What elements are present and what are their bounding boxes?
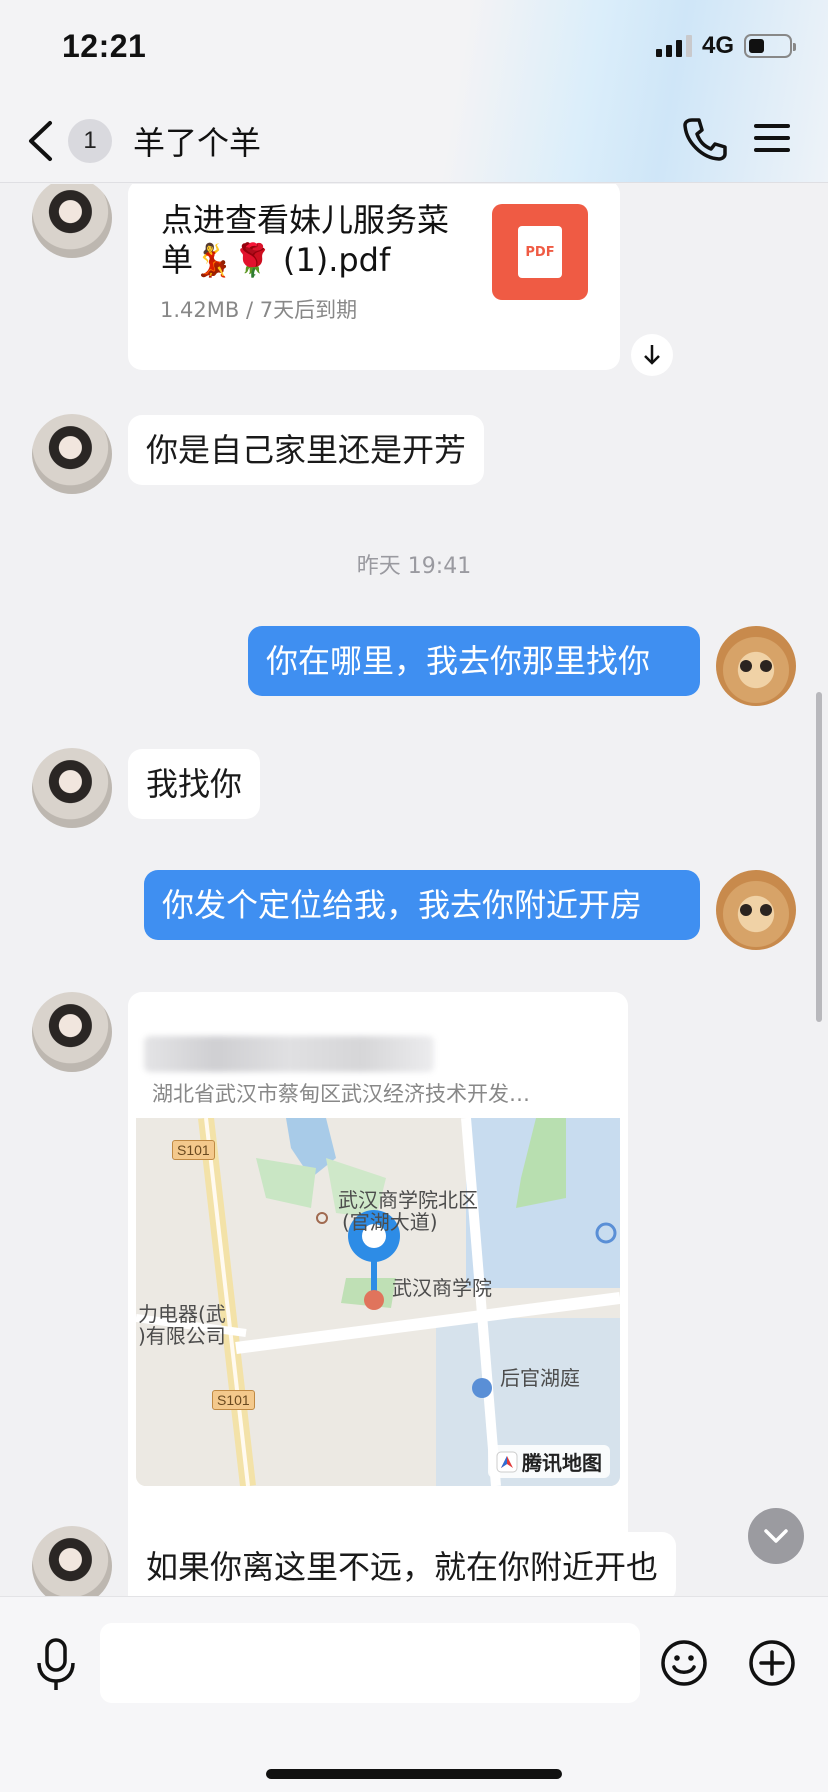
menu-icon (754, 124, 790, 128)
chevron-left-icon (29, 121, 52, 161)
map-poi-label: )有限公司 (138, 1324, 226, 1348)
message-bubble-received[interactable]: 如果你离这里不远，就在你附近开也 (128, 1532, 677, 1596)
message-input[interactable] (100, 1623, 640, 1703)
battery-icon (744, 34, 796, 58)
message-bubble-received[interactable]: 我找你 (128, 749, 261, 819)
chat-area[interactable]: 点进查看妹儿服务菜单💃🌹 (1).pdf 1.42MB / 7天后到期 PDF … (0, 184, 828, 1596)
my-avatar[interactable] (716, 870, 796, 950)
map-poi-label: 武汉商学院 (392, 1276, 492, 1300)
file-name: 点进查看妹儿服务菜单💃🌹 (1).pdf (161, 201, 450, 279)
file-meta: 1.42MB / 7天后到期 (160, 298, 358, 322)
compass-icon (496, 1451, 518, 1472)
network-type: 4G (701, 32, 734, 59)
microphone-icon (37, 1638, 75, 1690)
contact-avatar[interactable] (32, 1526, 112, 1596)
map-provider-logo: 腾讯地图 (488, 1445, 610, 1478)
road-tag: S101 (212, 1390, 255, 1410)
message-timestamp: 昨天 19:41 (356, 554, 472, 579)
emoji-button[interactable] (660, 1639, 708, 1687)
back-button[interactable] (26, 116, 62, 166)
scroll-to-bottom-button[interactable] (748, 1508, 804, 1564)
more-button[interactable] (748, 1639, 796, 1687)
scrollbar[interactable] (816, 692, 822, 1022)
call-button[interactable] (682, 116, 728, 162)
map-poi-label: (官湖大道) (342, 1210, 438, 1234)
road-tag: S101 (172, 1140, 215, 1160)
smiley-icon (661, 1640, 707, 1686)
contact-avatar[interactable] (32, 184, 112, 258)
contact-avatar[interactable] (32, 992, 112, 1072)
status-time: 12:21 (62, 28, 147, 64)
top-bar: 12:21 4G 1 羊了个羊 (0, 0, 828, 183)
status-indicators: 4G (655, 32, 796, 60)
chevron-down-icon (764, 1529, 788, 1543)
download-icon (644, 345, 660, 365)
file-message-card[interactable]: 点进查看妹儿服务菜单💃🌹 (1).pdf 1.42MB / 7天后到期 PDF (128, 184, 620, 370)
menu-button[interactable] (754, 120, 790, 156)
pdf-file-icon: PDF (492, 204, 588, 300)
map-poi-label: 后官湖庭 (500, 1366, 580, 1390)
input-bar (0, 1596, 828, 1792)
my-avatar[interactable] (716, 626, 796, 706)
download-button[interactable] (631, 334, 673, 376)
message-bubble-received[interactable]: 你是自己家里还是开芳 (128, 415, 485, 485)
unread-badge[interactable]: 1 (68, 119, 112, 163)
location-message-card[interactable]: 湖北省武汉市蔡甸区武汉经济技术开发… S101 S101 武汉商学院北区 (官湖… (128, 992, 628, 1596)
plus-circle-icon (749, 1640, 795, 1686)
contact-avatar[interactable] (32, 748, 112, 828)
home-indicator (266, 1769, 562, 1779)
signal-icon (655, 35, 692, 57)
message-bubble-sent[interactable]: 你在哪里，我去你那里找你 (248, 626, 700, 696)
location-address: 湖北省武汉市蔡甸区武汉经济技术开发… (152, 1082, 530, 1106)
contact-avatar[interactable] (32, 414, 112, 494)
voice-button[interactable] (34, 1637, 78, 1693)
map-preview[interactable]: S101 S101 武汉商学院北区 (官湖大道) 武汉商学院 力电器(武 )有限… (136, 1118, 620, 1486)
location-name-blurred (144, 1036, 434, 1072)
phone-icon (683, 118, 727, 161)
message-bubble-sent[interactable]: 你发个定位给我，我去你附近开房 (144, 870, 700, 940)
chat-title: 羊了个羊 (133, 124, 262, 162)
